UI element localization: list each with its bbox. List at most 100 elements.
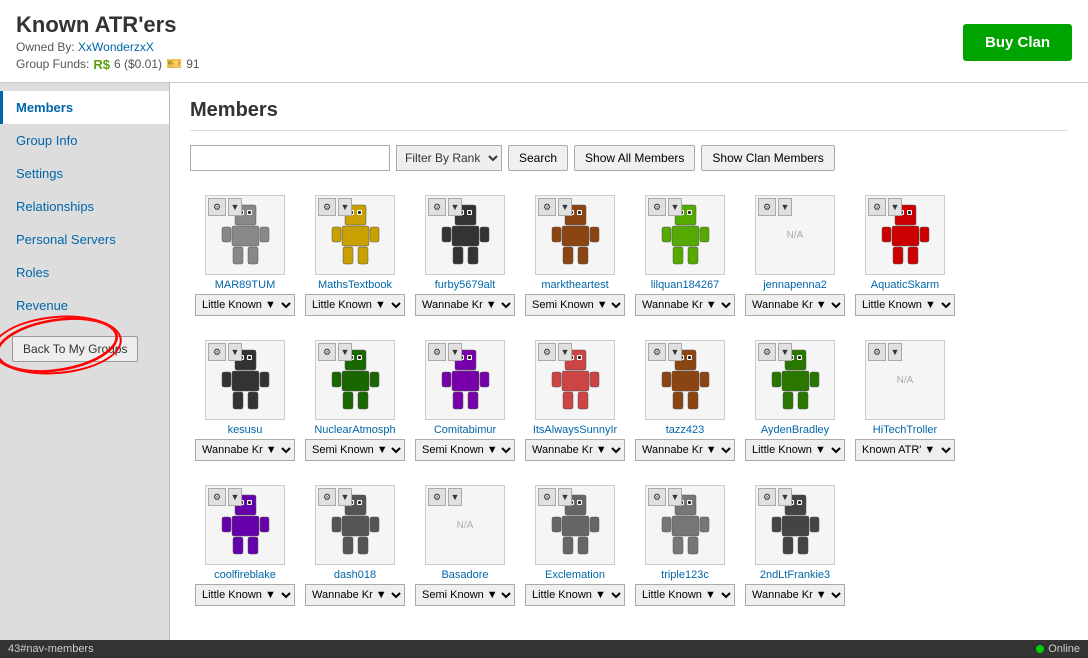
rank-select[interactable]: Little Known ▼ Wannabe Kr ▼ Semi Known ▼… — [855, 439, 955, 461]
sidebar-item-revenue[interactable]: Revenue — [0, 289, 169, 322]
member-name[interactable]: jennapenna2 — [763, 279, 827, 291]
member-name[interactable]: Basadore — [441, 569, 488, 581]
gear-button[interactable]: ⚙ — [538, 343, 556, 361]
arrow-button[interactable]: ▼ — [448, 343, 462, 361]
gear-button[interactable]: ⚙ — [428, 198, 446, 216]
arrow-button[interactable]: ▼ — [778, 343, 792, 361]
member-name[interactable]: 2ndLtFrankie3 — [760, 569, 830, 581]
gear-button[interactable]: ⚙ — [428, 343, 446, 361]
arrow-button[interactable]: ▼ — [778, 488, 792, 506]
search-button[interactable]: Search — [508, 145, 568, 171]
sidebar-item-relationships[interactable]: Relationships — [0, 190, 169, 223]
gear-button[interactable]: ⚙ — [868, 343, 886, 361]
gear-button[interactable]: ⚙ — [758, 198, 776, 216]
member-name[interactable]: coolfireblake — [214, 569, 276, 581]
gear-button[interactable]: ⚙ — [538, 488, 556, 506]
sidebar-item-group-info[interactable]: Group Info — [0, 124, 169, 157]
member-name[interactable]: AydenBradley — [761, 424, 829, 436]
gear-button[interactable]: ⚙ — [208, 343, 226, 361]
member-name[interactable]: furby5679alt — [435, 279, 496, 291]
avatar-controls: ⚙ ▼ — [758, 488, 792, 506]
gear-button[interactable]: ⚙ — [208, 198, 226, 216]
show-clan-members-button[interactable]: Show Clan Members — [701, 145, 834, 171]
arrow-button[interactable]: ▼ — [338, 343, 352, 361]
arrow-button[interactable]: ▼ — [448, 488, 462, 506]
member-name[interactable]: kesusu — [228, 424, 263, 436]
arrow-button[interactable]: ▼ — [558, 343, 572, 361]
arrow-button[interactable]: ▼ — [228, 488, 242, 506]
arrow-button[interactable]: ▼ — [448, 198, 462, 216]
avatar-box: ⚙ ▼ — [205, 485, 285, 565]
member-name[interactable]: lilquan184267 — [651, 279, 720, 291]
gear-button[interactable]: ⚙ — [758, 488, 776, 506]
member-name[interactable]: Exclemation — [545, 569, 605, 581]
rank-select[interactable]: Little Known ▼ Wannabe Kr ▼ Semi Known ▼… — [635, 439, 735, 461]
filter-by-rank-select[interactable]: Filter By Rank Little Known Wannabe Kr S… — [396, 145, 502, 171]
rank-select[interactable]: Little Known ▼ Wannabe Kr ▼ Semi Known ▼… — [415, 439, 515, 461]
buy-clan-button[interactable]: Buy Clan — [963, 24, 1072, 61]
member-name[interactable]: marktheartest — [541, 279, 608, 291]
member-name[interactable]: AquaticSkarm — [871, 279, 939, 291]
member-name[interactable]: tazz423 — [666, 424, 705, 436]
rank-select[interactable]: Little Known ▼ Wannabe Kr ▼ Semi Known ▼… — [525, 584, 625, 606]
arrow-button[interactable]: ▼ — [228, 198, 242, 216]
member-name[interactable]: Comitabimur — [434, 424, 496, 436]
rank-select[interactable]: Little Known ▼ Wannabe Kr ▼ Semi Known ▼… — [745, 584, 845, 606]
member-card: ⚙ ▼ NuclearAtmosph Little Known ▼ — [300, 334, 410, 469]
arrow-button[interactable]: ▼ — [228, 343, 242, 361]
arrow-button[interactable]: ▼ — [668, 488, 682, 506]
owner-link[interactable]: XxWonderzxX — [78, 40, 154, 54]
arrow-button[interactable]: ▼ — [558, 488, 572, 506]
member-name[interactable]: NuclearAtmosph — [314, 424, 395, 436]
arrow-button[interactable]: ▼ — [888, 343, 902, 361]
rank-select[interactable]: Little Known ▼ Wannabe Kr ▼ Semi Known ▼… — [525, 294, 625, 316]
arrow-button[interactable]: ▼ — [558, 198, 572, 216]
member-card: ⚙ ▼ AquaticSkarm Little Known ▼ — [850, 189, 960, 324]
member-name[interactable]: HiTechTroller — [873, 424, 937, 436]
arrow-button[interactable]: ▼ — [888, 198, 902, 216]
gear-button[interactable]: ⚙ — [868, 198, 886, 216]
member-name[interactable]: ItsAlwaysSunnyIr — [533, 424, 617, 436]
rank-select[interactable]: Little Known ▼ Wannabe Kr ▼ Semi Known ▼… — [745, 439, 845, 461]
rank-select[interactable]: Little Known ▼ Wannabe Kr ▼ Semi Known ▼… — [525, 439, 625, 461]
gear-button[interactable]: ⚙ — [648, 198, 666, 216]
arrow-button[interactable]: ▼ — [778, 198, 792, 216]
gear-button[interactable]: ⚙ — [648, 488, 666, 506]
member-name[interactable]: MAR89TUM — [215, 279, 276, 291]
gear-button[interactable]: ⚙ — [538, 198, 556, 216]
gear-button[interactable]: ⚙ — [318, 488, 336, 506]
rank-select[interactable]: Little Known ▼ Wannabe Kr ▼ Semi Known ▼… — [635, 584, 735, 606]
gear-button[interactable]: ⚙ — [318, 343, 336, 361]
rank-select[interactable]: Little Known ▼ Wannabe Kr ▼ Semi Known ▼… — [415, 294, 515, 316]
gear-button[interactable]: ⚙ — [208, 488, 226, 506]
sidebar-item-settings[interactable]: Settings — [0, 157, 169, 190]
sidebar-item-roles[interactable]: Roles — [0, 256, 169, 289]
arrow-button[interactable]: ▼ — [338, 488, 352, 506]
rank-select[interactable]: Little Known ▼ Wannabe Kr ▼ Semi Known ▼… — [305, 584, 405, 606]
rank-select[interactable]: Little Known ▼ Wannabe Kr ▼ Semi Known ▼… — [855, 294, 955, 316]
arrow-button[interactable]: ▼ — [338, 198, 352, 216]
rank-select[interactable]: Little Known ▼ Wannabe Kr ▼ Semi Known ▼… — [635, 294, 735, 316]
gear-button[interactable]: ⚙ — [758, 343, 776, 361]
member-name[interactable]: triple123c — [661, 569, 709, 581]
member-name[interactable]: dash018 — [334, 569, 376, 581]
search-input[interactable] — [190, 145, 390, 171]
avatar-box: ⚙ ▼ — [755, 340, 835, 420]
rank-select[interactable]: Little Known ▼ Wannabe Kr ▼ Semi Known ▼… — [745, 294, 845, 316]
sidebar-item-personal-servers[interactable]: Personal Servers — [0, 223, 169, 256]
gear-button[interactable]: ⚙ — [648, 343, 666, 361]
rank-select[interactable]: Little Known ▼ Wannabe Kr ▼ Semi Known ▼… — [305, 439, 405, 461]
arrow-button[interactable]: ▼ — [668, 198, 682, 216]
back-to-my-groups-button[interactable]: Back To My Groups — [12, 336, 138, 362]
show-all-members-button[interactable]: Show All Members — [574, 145, 695, 171]
rank-select[interactable]: Little Known ▼ Wannabe Kr ▼ Semi Known ▼… — [195, 294, 295, 316]
rank-select[interactable]: Little Known ▼ Wannabe Kr ▼ Semi Known ▼… — [415, 584, 515, 606]
rank-select[interactable]: Little Known ▼ Wannabe Kr ▼ Semi Known ▼… — [195, 439, 295, 461]
gear-button[interactable]: ⚙ — [428, 488, 446, 506]
member-name[interactable]: MathsTextbook — [318, 279, 392, 291]
sidebar-item-members[interactable]: Members — [0, 91, 169, 124]
arrow-button[interactable]: ▼ — [668, 343, 682, 361]
gear-button[interactable]: ⚙ — [318, 198, 336, 216]
rank-select[interactable]: Little Known ▼ Wannabe Kr ▼ Semi Known ▼… — [305, 294, 405, 316]
rank-select[interactable]: Little Known ▼ Wannabe Kr ▼ Semi Known ▼… — [195, 584, 295, 606]
